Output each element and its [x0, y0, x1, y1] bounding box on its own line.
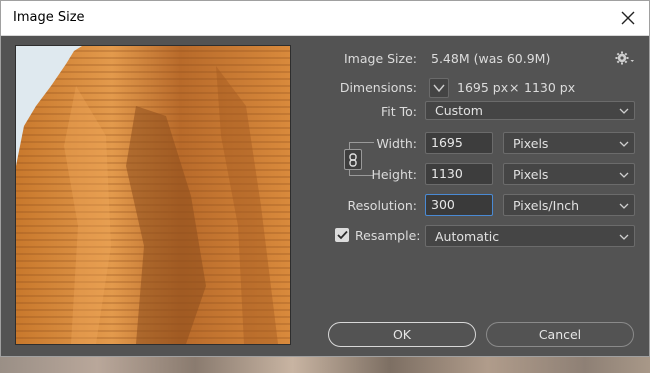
chevron-down-icon [433, 84, 445, 93]
resample-method-value: Automatic [435, 229, 500, 244]
fit-to-label: Fit To: [381, 104, 417, 119]
image-size-value: 5.48M (was 60.9M) [431, 51, 551, 66]
resolution-unit-value: Pixels/Inch [513, 198, 580, 213]
rock-formation-image [16, 46, 290, 344]
image-size-label: Image Size: [344, 51, 417, 66]
resolution-unit-select[interactable]: Pixels/Inch [503, 194, 635, 216]
dropdown-caret-icon [630, 60, 634, 62]
fit-to-select[interactable]: Custom [425, 101, 635, 120]
chevron-down-icon [619, 172, 629, 178]
ok-button[interactable]: OK [328, 322, 476, 347]
checkmark-icon [336, 230, 348, 240]
gear-icon [615, 51, 634, 65]
width-label: Width: [376, 136, 417, 151]
chevron-down-icon [619, 234, 629, 240]
chevron-down-icon [619, 203, 629, 209]
dimensions-width-value: 1695 px [457, 80, 509, 95]
resample-method-select[interactable]: Automatic [425, 225, 635, 247]
dimensions-units-toggle[interactable] [429, 78, 449, 98]
title-bar: Image Size [1, 1, 649, 36]
chevron-down-icon [619, 141, 629, 147]
cancel-button[interactable]: Cancel [486, 322, 634, 347]
width-unit-value: Pixels [513, 136, 549, 151]
resolution-label: Resolution: [347, 198, 417, 213]
chevron-down-icon [619, 108, 629, 114]
resolution-input[interactable]: 300 [425, 194, 493, 216]
dimensions-label: Dimensions: [339, 80, 417, 95]
dialog-title: Image Size [13, 10, 85, 25]
close-button[interactable] [615, 6, 641, 30]
image-preview[interactable] [15, 45, 291, 345]
height-label: Height: [371, 167, 417, 182]
close-icon [621, 11, 635, 25]
dimensions-height-value: 1130 px [524, 80, 576, 95]
height-input[interactable]: 1130 [425, 163, 493, 185]
width-unit-select[interactable]: Pixels [503, 132, 635, 154]
fit-to-value: Custom [435, 103, 483, 118]
resample-checkbox[interactable] [335, 228, 349, 242]
height-unit-value: Pixels [513, 167, 549, 182]
constrain-proportions-button[interactable] [344, 149, 362, 170]
background-photo-strip [0, 356, 650, 373]
image-size-dialog: Image Size Image Size: 5.48M (was 60.9M)… [0, 0, 650, 357]
dimensions-times-sign: × [509, 80, 520, 95]
settings-menu-button[interactable] [615, 50, 635, 66]
height-unit-select[interactable]: Pixels [503, 163, 635, 185]
chain-link-icon [349, 152, 357, 167]
resample-label: Resample: [355, 228, 421, 243]
width-input[interactable]: 1695 [425, 132, 493, 154]
